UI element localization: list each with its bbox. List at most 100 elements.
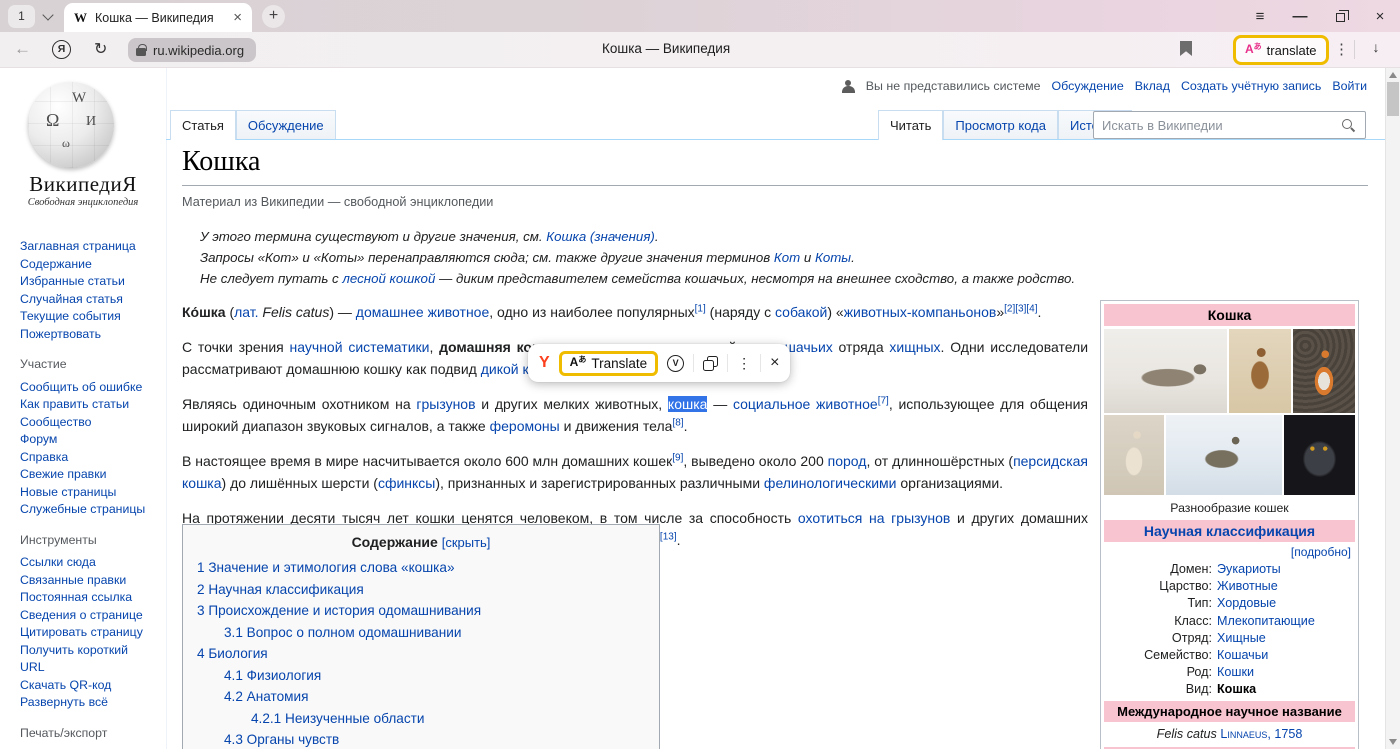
- scrollbar-thumb[interactable]: [1387, 82, 1399, 116]
- new-tab-button[interactable]: +: [262, 5, 285, 28]
- toc-link[interactable]: 4.2.1 Неизученные области: [251, 711, 424, 726]
- toc-link[interactable]: 3.1 Вопрос о полном одомашнивании: [224, 625, 461, 640]
- minimize-icon[interactable]: —: [1280, 8, 1320, 25]
- cream-cat-photo[interactable]: [1104, 415, 1164, 495]
- taxonomy-value[interactable]: Животные: [1217, 578, 1278, 595]
- wikipedia-wordmark[interactable]: ВикипедиЯ: [0, 172, 166, 197]
- sidebar-link[interactable]: Как править статьи: [20, 396, 154, 414]
- toc-item[interactable]: 2 Научная классификация: [197, 579, 645, 601]
- toc-hide-link[interactable]: [скрыть]: [442, 535, 491, 550]
- sidebar-link[interactable]: Постоянная ссылка: [20, 589, 154, 607]
- sidebar-link[interactable]: Случайная статья: [20, 291, 154, 309]
- sidebar-link[interactable]: Ссылки сюда: [20, 554, 154, 572]
- wiki-link[interactable]: грызунов: [416, 396, 475, 412]
- search-icon[interactable]: [1342, 119, 1355, 132]
- tabby-cat-snow-photo[interactable]: [1166, 415, 1283, 495]
- restore-icon[interactable]: [1320, 8, 1360, 25]
- tab-Просмотр кода[interactable]: Просмотр кода: [943, 110, 1058, 140]
- yandex-logo-icon[interactable]: Y: [539, 354, 550, 372]
- personal-link[interactable]: Обсуждение: [1052, 79, 1124, 93]
- sidebar-link[interactable]: Новые страницы: [20, 484, 154, 502]
- reference-link[interactable]: [2][3][4]: [1004, 303, 1037, 314]
- sidebar-link[interactable]: Развернуть всё: [20, 694, 154, 712]
- sidebar-link[interactable]: Сведения о странице: [20, 607, 154, 625]
- tabby-cat-lying-photo[interactable]: [1104, 329, 1227, 413]
- sidebar-link[interactable]: Избранные статьи: [20, 273, 154, 291]
- wikipedia-globe-logo[interactable]: ΩW Иω: [28, 82, 114, 168]
- tab-Статья[interactable]: Статья: [170, 110, 236, 140]
- gray-cat-photo[interactable]: [1284, 415, 1355, 495]
- toc-link[interactable]: 4.3 Органы чувств: [224, 732, 339, 747]
- personal-link[interactable]: Вклад: [1135, 79, 1170, 93]
- search-input[interactable]: [1094, 118, 1342, 133]
- wiki-link[interactable]: домашнее животное: [356, 304, 489, 320]
- popup-translate-button[interactable]: Aあ Translate: [559, 351, 658, 376]
- taxonomy-value[interactable]: Кошки: [1217, 664, 1254, 681]
- sidebar-link[interactable]: Справка: [20, 449, 154, 467]
- tab-list-chevron-icon[interactable]: [44, 11, 53, 20]
- menu-icon[interactable]: ≡: [1240, 8, 1280, 25]
- toc-link[interactable]: 3 Происхождение и история одомашнивания: [197, 603, 481, 618]
- page-scrollbar[interactable]: [1385, 68, 1400, 749]
- tab-Обсуждение[interactable]: Обсуждение: [236, 110, 336, 140]
- taxonomy-value[interactable]: Кошачьи: [1217, 647, 1268, 664]
- toc-link[interactable]: 4.1 Физиология: [224, 668, 321, 683]
- wiki-link[interactable]: лат.: [234, 304, 258, 320]
- reference-link[interactable]: [1]: [695, 303, 706, 314]
- toc-item[interactable]: 3 Происхождение и история одомашнивания: [197, 600, 645, 622]
- wiki-link[interactable]: , 1758: [1267, 727, 1302, 741]
- toc-link[interactable]: 4.2 Анатомия: [224, 689, 308, 704]
- wiki-link[interactable]: Кошка (значения): [546, 229, 655, 244]
- sidebar-link[interactable]: Получить короткий URL: [20, 642, 154, 677]
- taxonomy-value[interactable]: Хищные: [1217, 630, 1266, 647]
- wiki-link[interactable]: Кот: [774, 250, 800, 265]
- wiki-link[interactable]: научной систематики: [290, 339, 430, 355]
- back-icon[interactable]: ←: [14, 39, 31, 59]
- sidebar-link[interactable]: Пожертвовать: [20, 326, 154, 344]
- toc-link[interactable]: 1 Значение и этимология слова «кошка»: [197, 560, 455, 575]
- taxonomy-value[interactable]: Млекопитающие: [1217, 613, 1315, 630]
- download-icon[interactable]: ↓: [1368, 39, 1384, 57]
- toc-item[interactable]: 4.2 Анатомия: [224, 686, 645, 708]
- sidebar-link[interactable]: Форум: [20, 431, 154, 449]
- copy-icon[interactable]: [703, 356, 718, 371]
- taxonomy-value[interactable]: Хордовые: [1217, 595, 1276, 612]
- wiki-link[interactable]: охотиться на грызунов: [798, 510, 950, 526]
- tab-close-icon[interactable]: ×: [233, 10, 242, 25]
- wiki-link[interactable]: собакой: [775, 304, 827, 320]
- toc-link[interactable]: 4 Биология: [197, 646, 268, 661]
- translate-button-highlight[interactable]: Aあ translate: [1233, 35, 1329, 65]
- sidebar-link[interactable]: Свежие правки: [20, 466, 154, 484]
- wiki-link[interactable]: Коты: [815, 250, 851, 265]
- reference-link[interactable]: [7]: [878, 395, 889, 406]
- personal-link[interactable]: Войти: [1332, 79, 1367, 93]
- sidebar-link[interactable]: Заглавная страница: [20, 238, 154, 256]
- wiki-link[interactable]: фелинологическими: [764, 475, 897, 491]
- sidebar-link[interactable]: Текущие события: [20, 308, 154, 326]
- wiki-link[interactable]: пород: [828, 453, 867, 469]
- reference-link[interactable]: [8]: [672, 417, 683, 428]
- wiki-link[interactable]: феромоны: [490, 418, 560, 434]
- toc-item[interactable]: 4.3 Органы чувств: [224, 729, 645, 749]
- personal-link[interactable]: Создать учётную запись: [1181, 79, 1321, 93]
- toc-item[interactable]: 3.1 Вопрос о полном одомашнивании: [224, 622, 645, 644]
- sidebar-link[interactable]: Сообщество: [20, 414, 154, 432]
- translate-button[interactable]: Aあ translate: [1236, 38, 1326, 62]
- classification-header[interactable]: Научная классификация: [1104, 520, 1355, 542]
- sidebar-link[interactable]: Связанные правки: [20, 572, 154, 590]
- wiki-search[interactable]: [1093, 111, 1366, 139]
- address-bar[interactable]: ru.wikipedia.org: [128, 38, 256, 62]
- more-dots-icon[interactable]: ⋮: [737, 355, 751, 372]
- sidebar-link[interactable]: Цитировать страницу: [20, 624, 154, 642]
- wiki-link[interactable]: животных-компаньонов: [844, 304, 997, 320]
- taxonomy-value[interactable]: Эукариоты: [1217, 561, 1281, 578]
- tab-counter-button[interactable]: 1: [8, 5, 35, 28]
- yandex-logo-icon[interactable]: Я: [52, 40, 71, 59]
- close-icon[interactable]: ×: [1360, 8, 1400, 25]
- more-dots-icon[interactable]: ⋮: [1334, 40, 1349, 58]
- wiki-link[interactable]: лесной кошкой: [342, 271, 435, 286]
- details-link[interactable]: [подробно]: [1291, 545, 1351, 559]
- scroll-up-icon[interactable]: [1389, 72, 1397, 78]
- reference-link[interactable]: [9]: [672, 452, 683, 463]
- tab-Читать[interactable]: Читать: [878, 110, 943, 140]
